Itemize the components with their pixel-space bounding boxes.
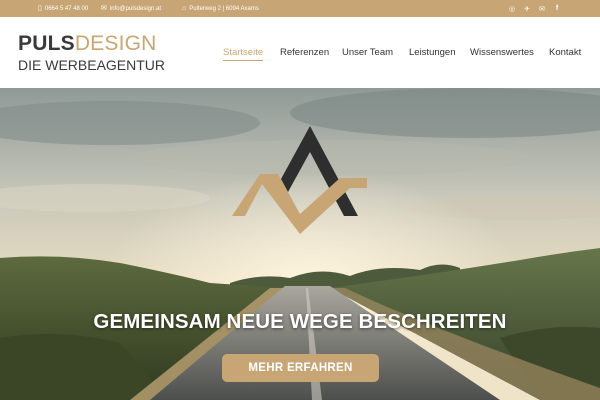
nav-item-kontakt[interactable]: Kontakt [549, 47, 581, 58]
home-icon: ⌂ [182, 5, 187, 12]
nav-item-leistungen[interactable]: Leistungen [409, 47, 455, 58]
phone-link[interactable]: ▯ 0664 5 47 48 00 [38, 0, 88, 17]
active-nav-underline [223, 60, 264, 61]
phone-icon: ▯ [38, 5, 42, 12]
mehr-erfahren-button[interactable]: MEHR ERFAHREN [222, 354, 379, 382]
nav-item-referenzen[interactable]: Referenzen [280, 47, 329, 58]
hero-headline: GEMEINSAM NEUE WEGE BESCHREITEN [93, 310, 507, 333]
envelope-icon: ✉ [101, 5, 107, 12]
site-logo[interactable]: PULSDESIGN DIE WERBEAGENTUR [18, 33, 166, 74]
mail-icon[interactable]: ✉ [537, 0, 547, 17]
site-header: PULSDESIGN DIE WERBEAGENTUR Startseite R… [0, 17, 600, 88]
hero-section: GEMEINSAM NEUE WEGE BESCHREITEN MEHR ERF… [0, 88, 600, 400]
nav-item-startseite[interactable]: Startseite [223, 47, 264, 61]
nav-item-wissenswertes[interactable]: Wissenswertes [470, 47, 534, 58]
logo-wordmark: PULSDESIGN [18, 33, 165, 55]
address-text: Pulterweg 2 | 6094 Axams [189, 5, 259, 12]
logo-puls: PULS [18, 32, 75, 55]
logo-tagline: DIE WERBEAGENTUR [18, 57, 166, 73]
facebook-icon[interactable]: f [552, 0, 562, 17]
logo-design: DESIGN [74, 32, 157, 55]
email-link[interactable]: ✉ info@pulsdesign.at [101, 0, 161, 17]
address-link[interactable]: ⌂ Pulterweg 2 | 6094 Axams [182, 0, 259, 17]
paper-plane-icon[interactable]: ✈ [522, 0, 532, 17]
nav-label: Startseite [223, 47, 264, 58]
instagram-icon[interactable]: ◎ [507, 0, 517, 17]
nav-item-unser-team[interactable]: Unser Team [342, 47, 393, 58]
top-info-bar: ▯ 0664 5 47 48 00 ✉ info@pulsdesign.at ⌂… [0, 0, 600, 17]
phone-number: 0664 5 47 48 00 [44, 5, 89, 12]
email-address: info@pulsdesign.at [109, 5, 161, 12]
